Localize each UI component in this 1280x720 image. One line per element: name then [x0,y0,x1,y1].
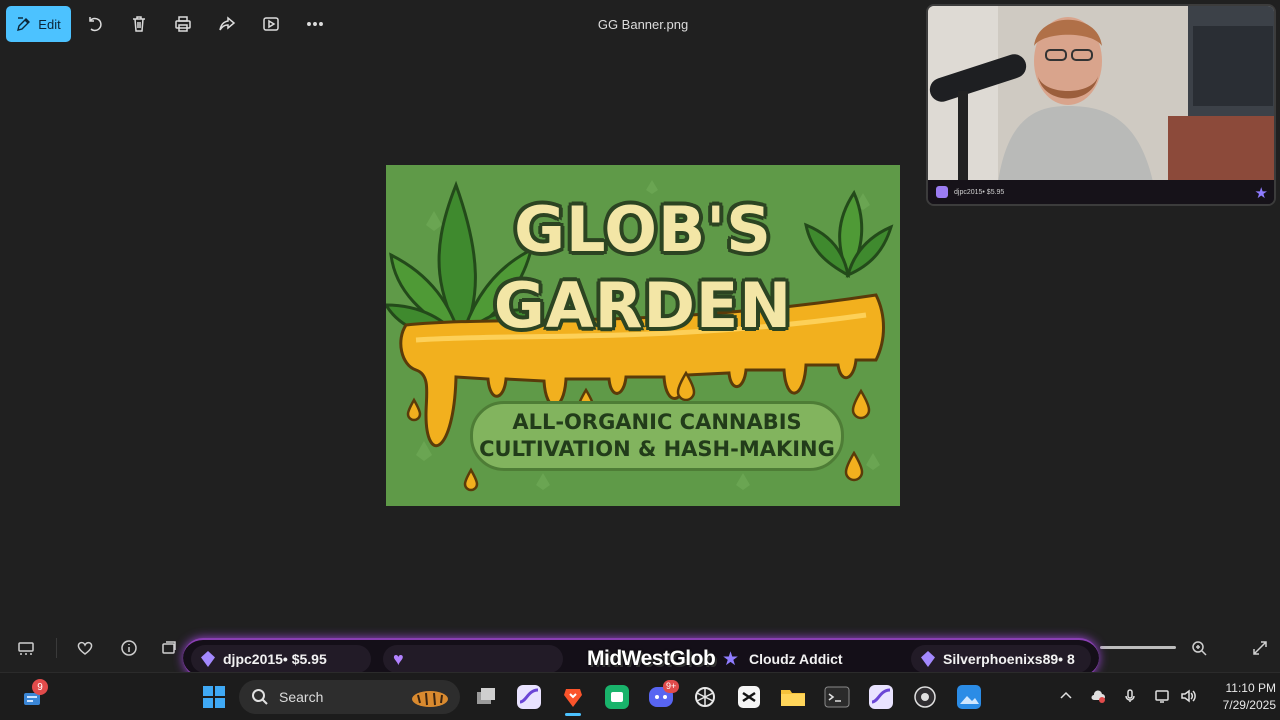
search-label: Search [279,689,324,705]
banner-subtitle-line2: CULTIVATION & HASH-MAKING [479,437,835,461]
terminal-icon[interactable] [823,683,851,711]
banner-subtitle-line1: ALL-ORGANIC CANNABIS [512,410,802,434]
app-wave-icon[interactable] [515,683,543,711]
edit-button-label: Edit [38,16,61,32]
fullscreen-icon[interactable] [1250,638,1270,658]
obs-icon[interactable] [911,683,939,711]
taskbar-clock[interactable]: 11:10 PM 7/29/2025 [1206,680,1276,714]
webcam-feed [928,6,1274,182]
heart-icon: ♥ [393,648,404,669]
ticker-item-heart: ♥ [383,645,563,673]
ticker-item2-text: Cloudz Addict [749,651,843,667]
ticker-item3-text: Silverphoenixs89• 8 [943,651,1075,667]
ticker-item-sub: Cloudz Addict [749,645,899,673]
more-icon[interactable] [303,12,327,36]
banner-subtitle: ALL-ORGANIC CANNABIS CULTIVATION & HASH-… [470,401,844,471]
search-icon [252,689,268,705]
rotate-icon[interactable] [83,12,107,36]
taskbar-search[interactable]: Search [239,680,460,714]
photos-icon[interactable] [955,683,983,711]
discord-badge: 9+ [663,680,680,693]
app-green-icon[interactable] [603,683,631,711]
zoom-slider[interactable] [1100,646,1176,649]
chevron-up-icon[interactable] [1057,687,1075,705]
banner-title-line2: GARDEN [493,269,793,342]
webcam-overlay: djpc2015• $5.95 ★ [926,4,1276,206]
widgets-badge: 9 [32,679,48,695]
edit-icon [17,17,31,31]
edit-button[interactable]: Edit [6,6,71,42]
banner-title-line1: GLOB'S [514,193,772,266]
filmstrip-icon[interactable] [16,638,36,658]
webcam-caption-bar: djpc2015• $5.95 ★ [928,180,1274,204]
ticker-item1-text: djpc2015• $5.95 [223,651,327,667]
gem-icon [921,651,935,667]
clock-time: 11:10 PM [1225,681,1276,695]
gem-icon [201,651,215,667]
capcut-icon[interactable] [735,683,763,711]
taskbar: 9 Search 9+ 11:10 PM 7/29/2025 [0,672,1280,720]
network-icon[interactable] [1153,687,1171,705]
ticker-brand: MidWestGlob [587,647,716,670]
file-explorer-icon[interactable] [779,683,807,711]
volume-icon[interactable] [1179,687,1197,705]
slideshow-icon[interactable] [259,12,283,36]
zoom-in-icon[interactable] [1189,638,1209,658]
tiger-icon [412,691,448,707]
divider [56,638,57,658]
webcam-caption: djpc2015• $5.95 [954,188,1005,196]
task-view-icon[interactable] [472,683,500,711]
print-icon[interactable] [171,12,195,36]
microphone-icon[interactable] [1121,687,1139,705]
app-wave-icon-2[interactable] [867,683,895,711]
cloud-icon[interactable] [1089,687,1107,705]
banner-image: GLOB'S GARDEN ALL-ORGANIC CANNABIS CULTI… [386,165,900,506]
share-icon[interactable] [215,12,239,36]
favorite-icon[interactable] [75,638,95,658]
chatgpt-icon[interactable] [691,683,719,711]
start-icon[interactable] [200,683,228,711]
clock-date: 7/29/2025 [1222,698,1276,712]
star-icon: ★ [1254,185,1268,202]
ticker-item-donation: djpc2015• $5.95 [191,645,371,673]
info-icon[interactable] [119,638,139,658]
active-app-indicator [565,713,581,716]
file-title: GG Banner.png [597,17,689,32]
star-icon: ★ [722,649,740,670]
add-to-album-icon[interactable] [159,638,179,658]
brave-browser-icon[interactable] [559,683,587,711]
gem-icon [936,186,948,198]
ticker-item-bits: Silverphoenixs89• 8 [911,645,1091,673]
delete-icon[interactable] [127,12,151,36]
